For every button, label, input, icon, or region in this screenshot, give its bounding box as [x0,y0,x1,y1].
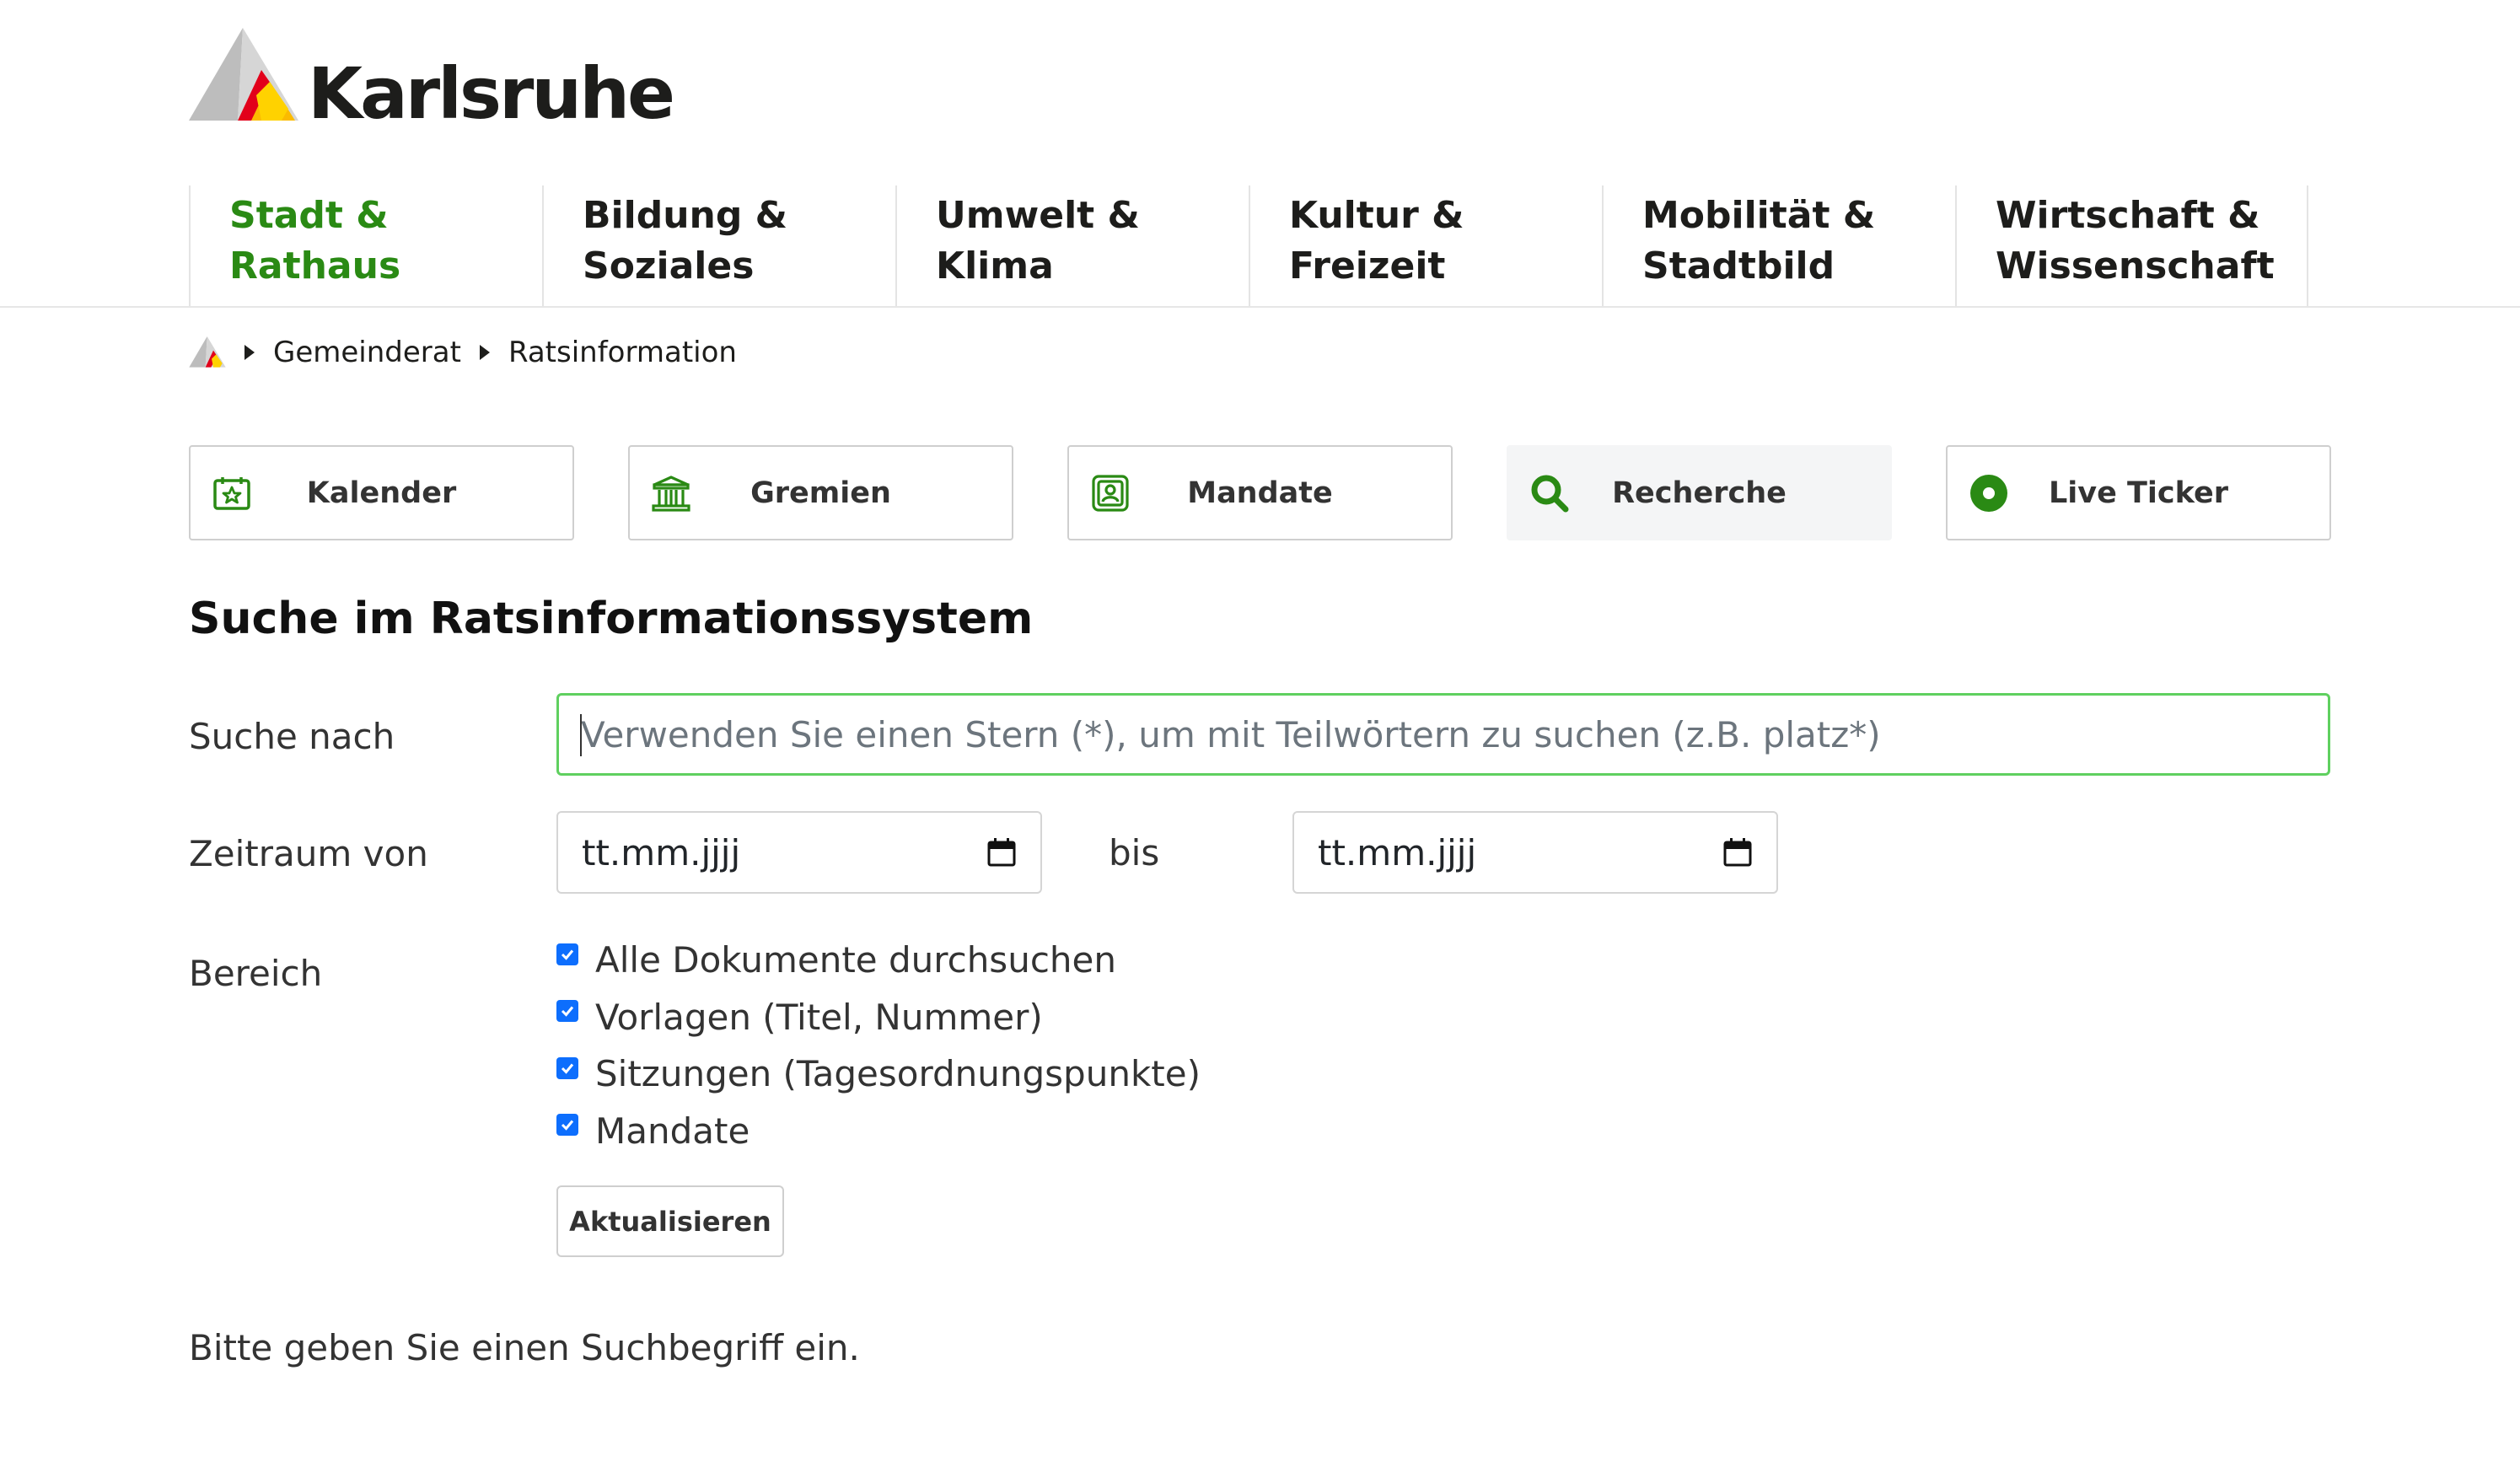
tile-live-ticker[interactable]: Live Ticker [1946,445,2331,540]
nav-label-line2: Stadtbild [1642,245,1835,288]
date-to-value: tt.mm.jjjj [1318,831,1477,873]
nav-label-line2: Klima [936,245,1054,288]
nav-item-bildung-soziales[interactable]: Bildung & Soziales [542,185,895,306]
checkbox-checked[interactable] [556,1000,578,1023]
nav-label-line2: Freizeit [1289,245,1446,288]
scope-option-vorlagen[interactable]: Vorlagen (Titel, Nummer) [556,989,1201,1046]
scope-option-alle[interactable]: Alle Dokumente durchsuchen [556,932,1201,989]
ratsinfo-tiles: Kalender Gremien Mandate Recherche Live … [189,445,2331,540]
search-label: Suche nach [189,716,395,757]
breadcrumb-separator-icon [244,345,255,360]
nav-item-wirtschaft-wissenschaft[interactable]: Wirtschaft & Wissenschaft [1955,185,2308,306]
period-label: Zeitraum von [189,833,428,874]
checkbox-checked[interactable] [556,943,578,965]
search-icon [1529,472,1571,514]
checkbox-checked[interactable] [556,1056,578,1079]
nav-label-line2: Soziales [583,245,755,288]
karlsruhe-logo-icon [189,28,298,121]
checkbox-label: Mandate [595,1110,750,1152]
nav-label-line1: Wirtschaft & [1996,194,2260,237]
nav-label-line1: Kultur & [1289,194,1464,237]
scope-label: Bereich [189,953,323,994]
checkbox-checked[interactable] [556,1114,578,1137]
nav-item-umwelt-klima[interactable]: Umwelt & Klima [895,185,1249,306]
main-navigation: Stadt & Rathaus Bildung & Soziales Umwel… [189,185,2308,306]
breadcrumb-item-gemeinderat[interactable]: Gemeinderat [273,336,461,369]
checkbox-label: Alle Dokumente durchsuchen [595,939,1116,981]
calendar-picker-icon[interactable] [986,837,1017,868]
breadcrumb: Gemeinderat Ratsinformation [189,331,755,374]
date-range-separator: bis [1109,832,1160,873]
nav-label-line1: Bildung & [583,194,788,237]
nav-label-line2: Rathaus [229,245,401,288]
tile-gremien[interactable]: Gremien [628,445,1013,540]
checkbox-label: Sitzungen (Tagesordnungspunkte) [595,1053,1201,1095]
date-from-field[interactable]: tt.mm.jjjj [556,811,1042,894]
nav-item-kultur-freizeit[interactable]: Kultur & Freizeit [1249,185,1602,306]
calendar-star-icon [211,472,253,514]
calendar-picker-icon[interactable] [1722,837,1753,868]
tile-kalender[interactable]: Kalender [189,445,574,540]
nav-label-line1: Umwelt & [936,194,1140,237]
building-columns-icon [650,472,692,514]
nav-divider [0,306,2520,308]
result-hint: Bitte geben Sie einen Suchbegriff ein. [189,1327,860,1368]
person-badge-icon [1089,472,1131,514]
breadcrumb-item-ratsinformation[interactable]: Ratsinformation [508,336,737,369]
checkbox-label: Vorlagen (Titel, Nummer) [595,996,1043,1038]
nav-item-mobilitaet-stadtbild[interactable]: Mobilität & Stadtbild [1602,185,1955,306]
text-caret [580,714,582,756]
brand-name: Karlsruhe [308,52,675,135]
nav-item-stadt-rathaus[interactable]: Stadt & Rathaus [189,185,542,306]
tile-recherche[interactable]: Recherche [1507,445,1892,540]
home-logo-icon[interactable] [189,336,226,369]
breadcrumb-separator-icon [479,345,490,360]
update-button[interactable]: Aktualisieren [556,1185,784,1257]
scope-option-sitzungen[interactable]: Sitzungen (Tagesordnungspunkte) [556,1045,1201,1103]
karlsruhe-logo[interactable]: Karlsruhe [189,28,675,129]
scope-checkbox-group: Alle Dokumente durchsuchen Vorlagen (Tit… [556,932,1201,1159]
scope-option-mandate[interactable]: Mandate [556,1103,1201,1160]
date-from-value: tt.mm.jjjj [582,831,741,873]
nav-label-line1: Mobilität & [1642,194,1876,237]
page-title: Suche im Ratsinformationssystem [189,594,1034,644]
nav-label-line2: Wissenschaft [1996,245,2275,288]
search-input[interactable] [556,693,2330,776]
nav-label-line1: Stadt & [229,194,389,237]
live-dot-icon [1968,472,2010,514]
date-to-field[interactable]: tt.mm.jjjj [1292,811,1778,894]
tile-mandate[interactable]: Mandate [1067,445,1453,540]
